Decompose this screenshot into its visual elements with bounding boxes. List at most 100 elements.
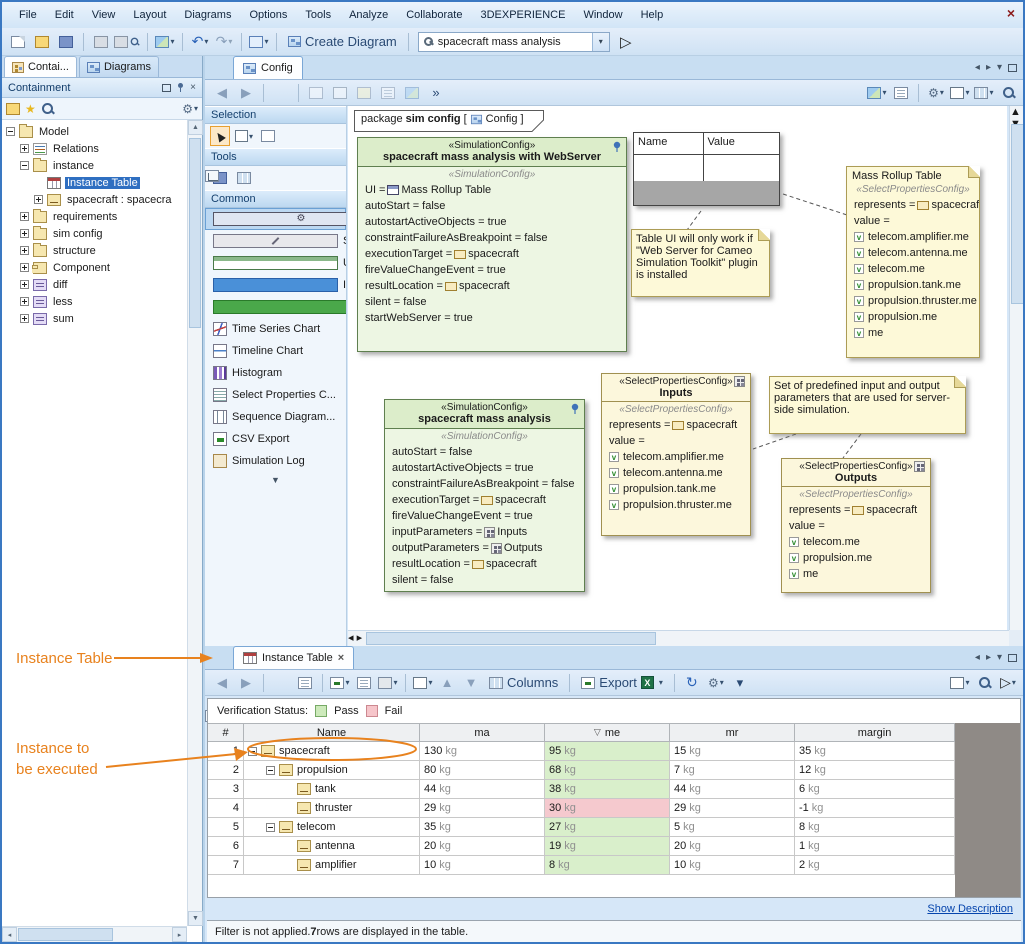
tree-item-sim-config[interactable]: sim config [20, 225, 187, 242]
table-forward-button[interactable]: ▶ [235, 671, 257, 695]
tab-scroll-right-icon[interactable]: ▸ [986, 652, 991, 663]
note-tool-button[interactable] [353, 81, 375, 105]
expand-expander-icon[interactable] [20, 297, 29, 306]
tree-item-sum[interactable]: sum [20, 310, 187, 327]
tree-item-relations[interactable]: Relations [20, 140, 187, 157]
print-preview-button[interactable] [114, 30, 141, 54]
scroll-right-icon[interactable]: ▸ [357, 632, 363, 644]
scroll-up-icon[interactable]: ▲ [1010, 106, 1021, 118]
sort-tool-button[interactable] [258, 168, 278, 188]
columns-button[interactable]: Columns [484, 671, 563, 695]
grid-options-button[interactable]: ▾ [949, 81, 971, 105]
table-row-thruster[interactable]: 4 thruster 29kg 30kg 29kg -1kg [208, 799, 955, 818]
simulation-config-webserver-box[interactable]: «SimulationConfig» spacecraft mass analy… [357, 137, 627, 352]
maximize-panel-icon[interactable] [1008, 64, 1017, 72]
expand-expander-icon[interactable] [20, 280, 29, 289]
webserver-note[interactable]: Table UI will only work if "Web Server f… [631, 229, 770, 297]
tab-scroll-left-icon[interactable]: ◂ [975, 652, 980, 663]
column-header-me[interactable]: ▽me [545, 723, 670, 742]
expand-expander-icon[interactable] [20, 263, 29, 272]
pin-icon[interactable] [570, 403, 581, 417]
create-diagram-button[interactable]: Create Diagram [283, 30, 402, 54]
expand-expander-icon[interactable] [34, 195, 43, 204]
scrollbar-thumb[interactable] [189, 138, 201, 328]
tab-scroll-left-icon[interactable]: ◂ [975, 62, 980, 73]
palette-more-icon[interactable]: ▼ [205, 472, 346, 488]
run-simulation-button[interactable]: ▷ [615, 30, 637, 54]
table-row-propulsion[interactable]: 2 propulsion 80kg 68kg 7kg 12kg [208, 761, 955, 780]
tab-list-icon[interactable]: ▾ [997, 62, 1002, 73]
tab-diagrams[interactable]: Diagrams [79, 56, 159, 77]
tree-vertical-scrollbar[interactable]: ▲ ▼ [187, 120, 202, 926]
overflow-icon[interactable]: » [425, 81, 447, 105]
undo-button[interactable]: ↶▾ [189, 30, 211, 54]
tree-horizontal-scrollbar[interactable]: ◂ ▸ [2, 926, 187, 942]
canvas-horizontal-scrollbar[interactable]: ◂ ▸ [348, 630, 1009, 646]
tree-item-spacecraft[interactable]: spacecraft : spacecra [34, 191, 187, 208]
palette-section-selection[interactable]: Selection [205, 106, 346, 124]
related-diagrams-button[interactable]: ▾ [248, 30, 270, 54]
copy-button[interactable] [890, 81, 912, 105]
chevron-down-icon[interactable]: ▾ [592, 33, 609, 51]
tab-config[interactable]: Config [233, 56, 303, 79]
tree-item-structure[interactable]: structure [20, 242, 187, 259]
tab-scroll-right-icon[interactable]: ▸ [986, 62, 991, 73]
open-in-new-tree-icon[interactable] [6, 103, 20, 115]
diagram-options-button[interactable]: ⚙▾ [925, 81, 947, 105]
simulation-config-box[interactable]: «SimulationConfig» spacecraft mass analy… [384, 399, 585, 592]
expand-expander-icon[interactable] [20, 246, 29, 255]
favorites-star-icon[interactable]: ★ [25, 102, 36, 116]
menu-diagrams[interactable]: Diagrams [175, 3, 240, 27]
palette-item-histogram[interactable]: Histogram [205, 362, 346, 384]
save-button[interactable] [55, 30, 77, 54]
table-search-button[interactable] [973, 671, 995, 695]
table-row-antenna[interactable]: 6 antenna 20kg 19kg 20kg 1kg [208, 837, 955, 856]
multi-select-tool-button[interactable]: ▾ [234, 126, 254, 146]
collapse-expander-icon[interactable] [248, 747, 257, 756]
view-mode-button[interactable]: ▾ [949, 671, 971, 695]
diagram-back-button[interactable]: ◀ [211, 81, 233, 105]
redo-button[interactable]: ↷▾ [213, 30, 235, 54]
more-options-icon[interactable]: ▾ [729, 671, 751, 695]
float-panel-icon[interactable] [162, 84, 171, 92]
search-icon[interactable] [41, 102, 54, 115]
column-header-margin[interactable]: margin [795, 723, 955, 742]
swimlane-tool-button[interactable] [234, 168, 254, 188]
expand-expander-icon[interactable] [20, 144, 29, 153]
view-options-button[interactable]: ▾ [973, 81, 995, 105]
tab-instance-table[interactable]: Instance Table × [233, 646, 354, 669]
sticky-tool-button[interactable] [258, 126, 278, 146]
palette-item-active-image[interactable]: Active Image [205, 296, 346, 318]
show-description-link[interactable]: Show Description [927, 903, 1013, 915]
open-project-button[interactable] [31, 30, 53, 54]
tree-item-model[interactable]: Model [6, 123, 187, 140]
tab-containment[interactable]: Contai... [4, 56, 77, 77]
table-row-amplifier[interactable]: 7 amplifier 10kg 8kg 10kg 2kg [208, 856, 955, 875]
outputs-box[interactable]: «SelectPropertiesConfig» Outputs «Select… [781, 458, 931, 593]
dependency-tool-button[interactable] [305, 81, 327, 105]
scrollbar-thumb[interactable] [18, 928, 113, 941]
new-project-button[interactable] [7, 30, 29, 54]
validation-button[interactable] [294, 671, 316, 695]
menu-view[interactable]: View [83, 3, 125, 27]
show-in-tree-button[interactable] [270, 671, 292, 695]
expand-expander-icon[interactable] [20, 229, 29, 238]
tree-item-less[interactable]: less [20, 293, 187, 310]
palette-item-select-properties-config[interactable]: Select Properties C... [205, 384, 346, 406]
scroll-right-icon[interactable]: ▸ [172, 927, 187, 942]
menu-3dexperience[interactable]: 3DEXPERIENCE [471, 3, 574, 27]
palette-item-user-interface-config[interactable]: User Interface Con... [205, 252, 346, 274]
add-row-button[interactable]: ▾ [329, 671, 351, 695]
containment-tool-button[interactable] [329, 81, 351, 105]
canvas-vertical-scrollbar[interactable]: ▲ ▼ [1009, 106, 1025, 630]
menu-analyze[interactable]: Analyze [340, 3, 397, 27]
pin-panel-icon[interactable] [176, 83, 185, 92]
paste-style-button[interactable]: ▾ [866, 81, 888, 105]
tree-item-component[interactable]: Component [20, 259, 187, 276]
menu-collaborate[interactable]: Collaborate [397, 3, 471, 27]
menu-tools[interactable]: Tools [296, 3, 340, 27]
simulation-config-select[interactable]: spacecraft mass analysis ▾ [418, 32, 610, 52]
scrollbar-thumb[interactable] [366, 632, 656, 645]
close-panel-icon[interactable]: × [190, 82, 196, 93]
ui-table-mock[interactable]: NameValue [633, 132, 780, 206]
